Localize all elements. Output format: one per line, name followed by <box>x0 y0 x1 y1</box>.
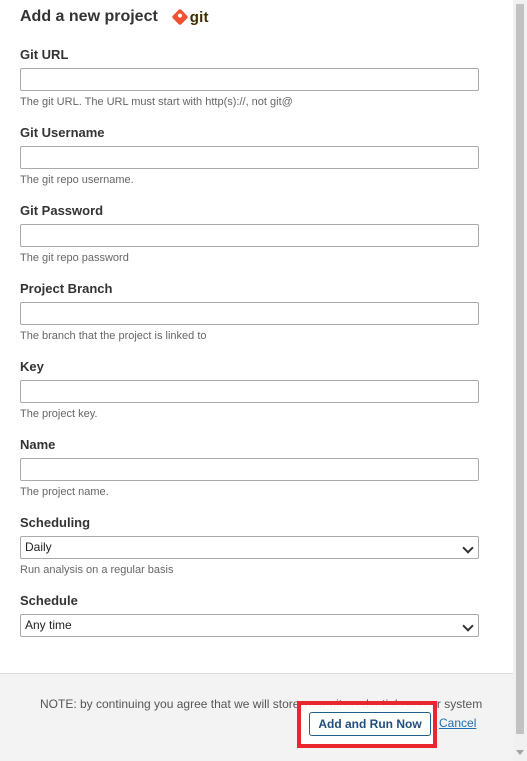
git-username-help: The git repo username. <box>20 174 134 186</box>
scrollbar-thumb[interactable] <box>516 4 524 734</box>
project-branch-field-group: Project Branch The branch that the proje… <box>20 281 479 343</box>
git-icon <box>171 8 189 26</box>
git-password-input[interactable] <box>20 224 479 247</box>
chevron-down-icon <box>462 620 474 632</box>
git-password-help: The git repo password <box>20 252 129 264</box>
schedule-selected-value: Any time <box>25 618 72 632</box>
scheduling-label: Scheduling <box>20 515 91 530</box>
git-url-help: The git URL. The URL must start with htt… <box>20 96 293 108</box>
schedule-field-group: Schedule Any time <box>20 593 479 637</box>
project-branch-help: The branch that the project is linked to <box>20 330 207 342</box>
scheduling-select[interactable]: Daily <box>20 536 479 559</box>
git-username-input[interactable] <box>20 146 479 169</box>
add-project-page: Add a new project git Git URL The git UR… <box>0 0 527 761</box>
git-username-label: Git Username <box>20 125 105 140</box>
git-username-field-group: Git Username The git repo username. <box>20 125 479 187</box>
git-logo-text: git <box>189 8 209 26</box>
key-field-group: Key The project key. <box>20 359 479 421</box>
git-url-input[interactable] <box>20 68 479 91</box>
scheduling-selected-value: Daily <box>25 540 52 554</box>
schedule-select[interactable]: Any time <box>20 614 479 637</box>
name-field-group: Name The project name. <box>20 437 479 499</box>
git-url-field-group: Git URL The git URL. The URL must start … <box>20 47 479 109</box>
git-logo: git <box>171 8 209 26</box>
key-label: Key <box>20 359 44 374</box>
project-branch-input[interactable] <box>20 302 479 325</box>
scheduling-field-group: Scheduling Daily Run analysis on a regul… <box>20 515 479 577</box>
key-input[interactable] <box>20 380 479 403</box>
name-help: The project name. <box>20 486 109 498</box>
name-label: Name <box>20 437 56 452</box>
page-title: Add a new project <box>20 8 158 25</box>
git-password-field-group: Git Password The git repo password <box>20 203 479 265</box>
project-branch-label: Project Branch <box>20 281 113 296</box>
name-input[interactable] <box>20 458 479 481</box>
git-password-label: Git Password <box>20 203 104 218</box>
scheduling-help: Run analysis on a regular basis <box>20 564 174 576</box>
cancel-link[interactable]: Cancel <box>439 716 476 730</box>
form-panel: Add a new project git Git URL The git UR… <box>0 0 513 761</box>
page-header: Add a new project git <box>20 8 209 26</box>
vertical-scrollbar[interactable] <box>513 0 527 761</box>
key-help: The project key. <box>20 408 98 420</box>
chevron-down-icon <box>462 542 474 554</box>
scroll-down-arrow-icon[interactable] <box>516 750 524 755</box>
git-url-label: Git URL <box>20 47 69 62</box>
schedule-label: Schedule <box>20 593 78 608</box>
add-and-run-button[interactable]: Add and Run Now <box>309 712 431 736</box>
